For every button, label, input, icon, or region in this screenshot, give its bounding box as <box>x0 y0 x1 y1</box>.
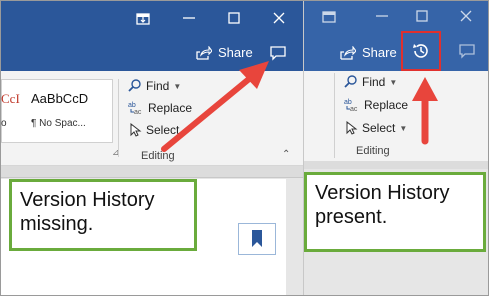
arrow-left-shaft <box>161 76 252 152</box>
arrow-right-head <box>412 77 438 101</box>
screenshot-composite: Share CcI AaBbCcD o ¶ No Spac... ⊿ Find … <box>0 0 489 296</box>
annotation-arrows <box>161 61 438 152</box>
